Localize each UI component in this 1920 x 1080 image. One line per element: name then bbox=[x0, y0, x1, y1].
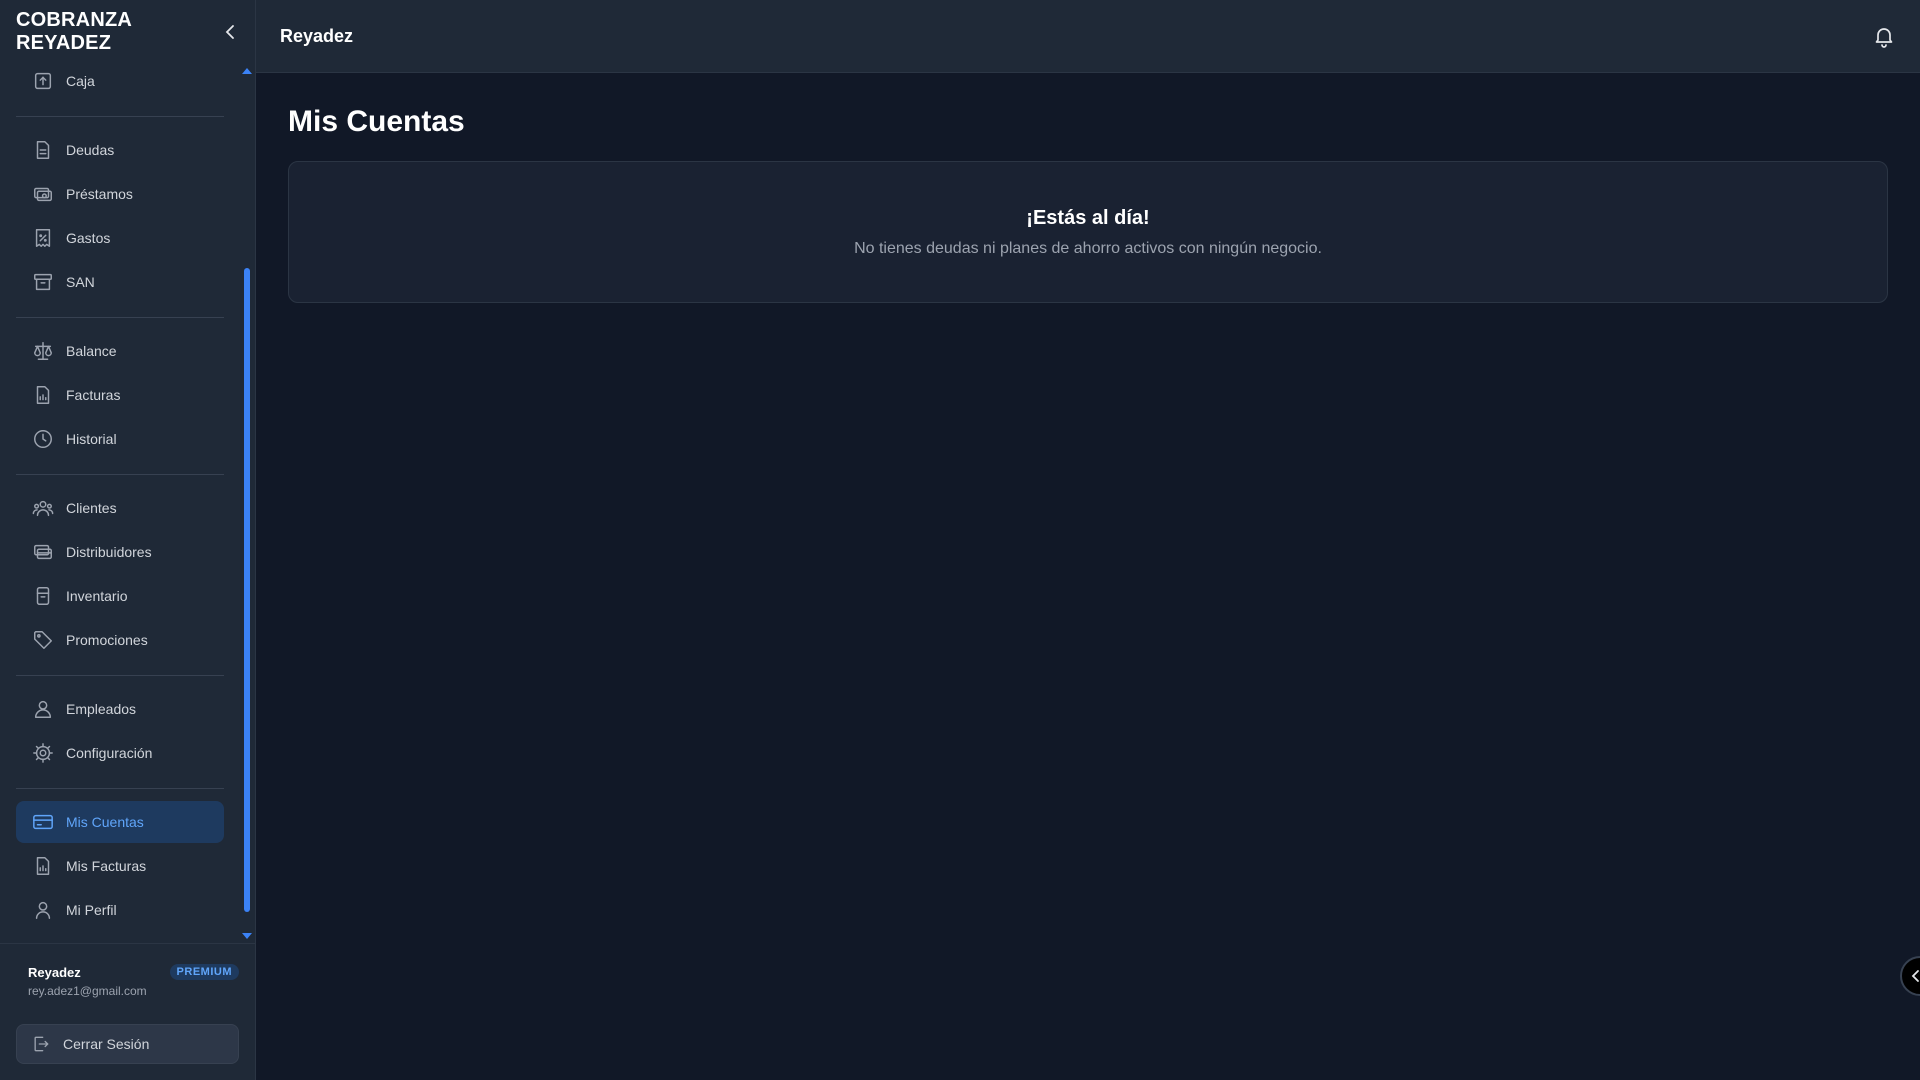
scroll-down-arrow[interactable] bbox=[242, 933, 252, 939]
sidebar-item-label: Historial bbox=[66, 431, 117, 447]
content: Mis Cuentas ¡Estás al día! No tienes deu… bbox=[256, 73, 1920, 303]
edge-panel-toggle[interactable] bbox=[1900, 956, 1920, 996]
topbar-title: Reyadez bbox=[280, 25, 354, 46]
scale-icon bbox=[34, 342, 52, 360]
user-icon bbox=[35, 901, 51, 919]
sidebar-item-label: Gastos bbox=[66, 230, 111, 246]
sidebar-item-clientes[interactable]: Clientes bbox=[16, 487, 224, 529]
sidebar-item-empleados[interactable]: Empleados bbox=[16, 688, 224, 730]
chevron-left-icon bbox=[225, 25, 234, 39]
money-icon bbox=[34, 187, 52, 202]
brand-header: COBRANZA REYADEZ bbox=[0, 0, 255, 64]
sidebar-item-label: Configuración bbox=[66, 745, 153, 761]
logout-label: Cerrar Sesión bbox=[63, 1036, 150, 1052]
tag-icon bbox=[34, 631, 52, 649]
gear-icon bbox=[33, 743, 53, 763]
sidebar-item-label: Promociones bbox=[66, 632, 148, 648]
credit-card-icon bbox=[33, 814, 53, 830]
document-icon bbox=[36, 141, 50, 159]
logout-button[interactable]: Cerrar Sesión bbox=[16, 1024, 239, 1064]
sidebar-item-label: Mi Perfil bbox=[66, 902, 117, 918]
sidebar-item-facturas[interactable]: Facturas bbox=[16, 374, 224, 416]
collapse-sidebar-button[interactable] bbox=[220, 22, 239, 42]
nav-group: Clientes Distribuidores Inventario Promocio… bbox=[16, 487, 224, 676]
sidebar-item-label: Clientes bbox=[66, 500, 117, 516]
nav-group: Mis Cuentas Mis Facturas Mi Perfil bbox=[16, 801, 224, 943]
sidebar-item-deudas[interactable]: Deudas bbox=[16, 129, 224, 171]
empty-state-title: ¡Estás al día! bbox=[1026, 206, 1150, 229]
users-icon bbox=[32, 500, 54, 517]
sidebar-item-san[interactable]: SAN bbox=[16, 261, 224, 303]
scrollbar-thumb[interactable] bbox=[244, 268, 250, 912]
archive-icon bbox=[34, 273, 52, 291]
bell-icon bbox=[1875, 28, 1893, 48]
sidebar-item-mis-cuentas[interactable]: Mis Cuentas bbox=[16, 801, 224, 843]
sidebar-item-label: Empleados bbox=[66, 701, 137, 717]
cards-icon bbox=[34, 544, 52, 560]
sidebar-item-label: Distribuidores bbox=[66, 544, 152, 560]
plan-badge: PREMIUM bbox=[169, 964, 239, 980]
nav-group: Caja bbox=[16, 64, 224, 117]
sidebar-item-label: SAN bbox=[66, 274, 95, 290]
app: COBRANZA REYADEZ Caja Deudas Préstamos Gast… bbox=[0, 0, 1920, 1080]
topbar: Reyadez bbox=[256, 0, 1920, 73]
sidebar-item-mis-facturas[interactable]: Mis Facturas bbox=[16, 845, 224, 887]
brand-title: COBRANZA REYADEZ bbox=[16, 9, 132, 54]
employee-icon bbox=[34, 700, 52, 718]
sidebar-item-label: Facturas bbox=[66, 387, 121, 403]
sidebar-item-label: Mis Cuentas bbox=[66, 814, 144, 830]
user-name: Reyadez bbox=[28, 964, 81, 980]
sidebar-item-label: Mis Facturas bbox=[66, 858, 147, 874]
invoice-chart-icon bbox=[36, 857, 50, 875]
main-area: Reyadez Mis Cuentas ¡Estás al día! No ti… bbox=[256, 0, 1920, 1080]
box-icon bbox=[36, 587, 50, 605]
sidebar: COBRANZA REYADEZ Caja Deudas Préstamos Gast… bbox=[0, 0, 256, 1080]
sidebar-item-balance[interactable]: Balance bbox=[16, 330, 224, 372]
user-info: Reyadez PREMIUM rey.adez1@gmail.com bbox=[0, 943, 255, 1008]
sidebar-item-label: Caja bbox=[66, 73, 95, 89]
sidebar-item-label: Balance bbox=[66, 343, 117, 359]
sidebar-item-label: Préstamos bbox=[66, 186, 133, 202]
nav-group: Balance Facturas Historial bbox=[16, 330, 224, 475]
sidebar-item-préstamos[interactable]: Préstamos bbox=[16, 173, 224, 215]
empty-state-card: ¡Estás al día! No tienes deudas ni plane… bbox=[288, 161, 1888, 303]
sidebar-item-label: Deudas bbox=[66, 142, 115, 158]
user-email: rey.adez1@gmail.com bbox=[28, 984, 147, 998]
scroll-up-arrow[interactable] bbox=[242, 68, 252, 74]
nav-group: Deudas Préstamos Gastos SAN bbox=[16, 129, 224, 318]
receipt-icon bbox=[35, 229, 51, 247]
nav-scroll-area[interactable]: Caja Deudas Préstamos Gastos SAN Balance Factu… bbox=[0, 64, 255, 943]
sidebar-item-label: Inventario bbox=[66, 588, 128, 604]
sidebar-item-configuración[interactable]: Configuración bbox=[16, 732, 224, 774]
sidebar-item-mi-perfil[interactable]: Mi Perfil bbox=[16, 889, 224, 931]
sidebar-item-gastos[interactable]: Gastos bbox=[16, 217, 224, 259]
notifications-button[interactable] bbox=[1872, 24, 1896, 48]
page-title: Mis Cuentas bbox=[288, 105, 465, 138]
invoice-chart-icon bbox=[36, 386, 50, 404]
empty-state-message: No tienes deudas ni planes de ahorro act… bbox=[854, 239, 1322, 257]
clock-icon bbox=[34, 430, 52, 448]
sidebar-item-historial[interactable]: Historial bbox=[16, 418, 224, 460]
sidebar-nav: Caja Deudas Préstamos Gastos SAN Balance Factu… bbox=[0, 64, 240, 943]
chevron-left-icon bbox=[1911, 970, 1919, 982]
sidebar-item-promociones[interactable]: Promociones bbox=[16, 619, 224, 661]
sidebar-item-inventario[interactable]: Inventario bbox=[16, 575, 224, 617]
logout-icon bbox=[34, 1036, 49, 1052]
sidebar-item-distribuidores[interactable]: Distribuidores bbox=[16, 531, 224, 573]
sidebar-item-caja[interactable]: Caja bbox=[16, 64, 224, 102]
user-row: Reyadez PREMIUM bbox=[28, 964, 239, 980]
cash-register-icon bbox=[34, 72, 52, 90]
nav-group: Empleados Configuración bbox=[16, 688, 224, 789]
